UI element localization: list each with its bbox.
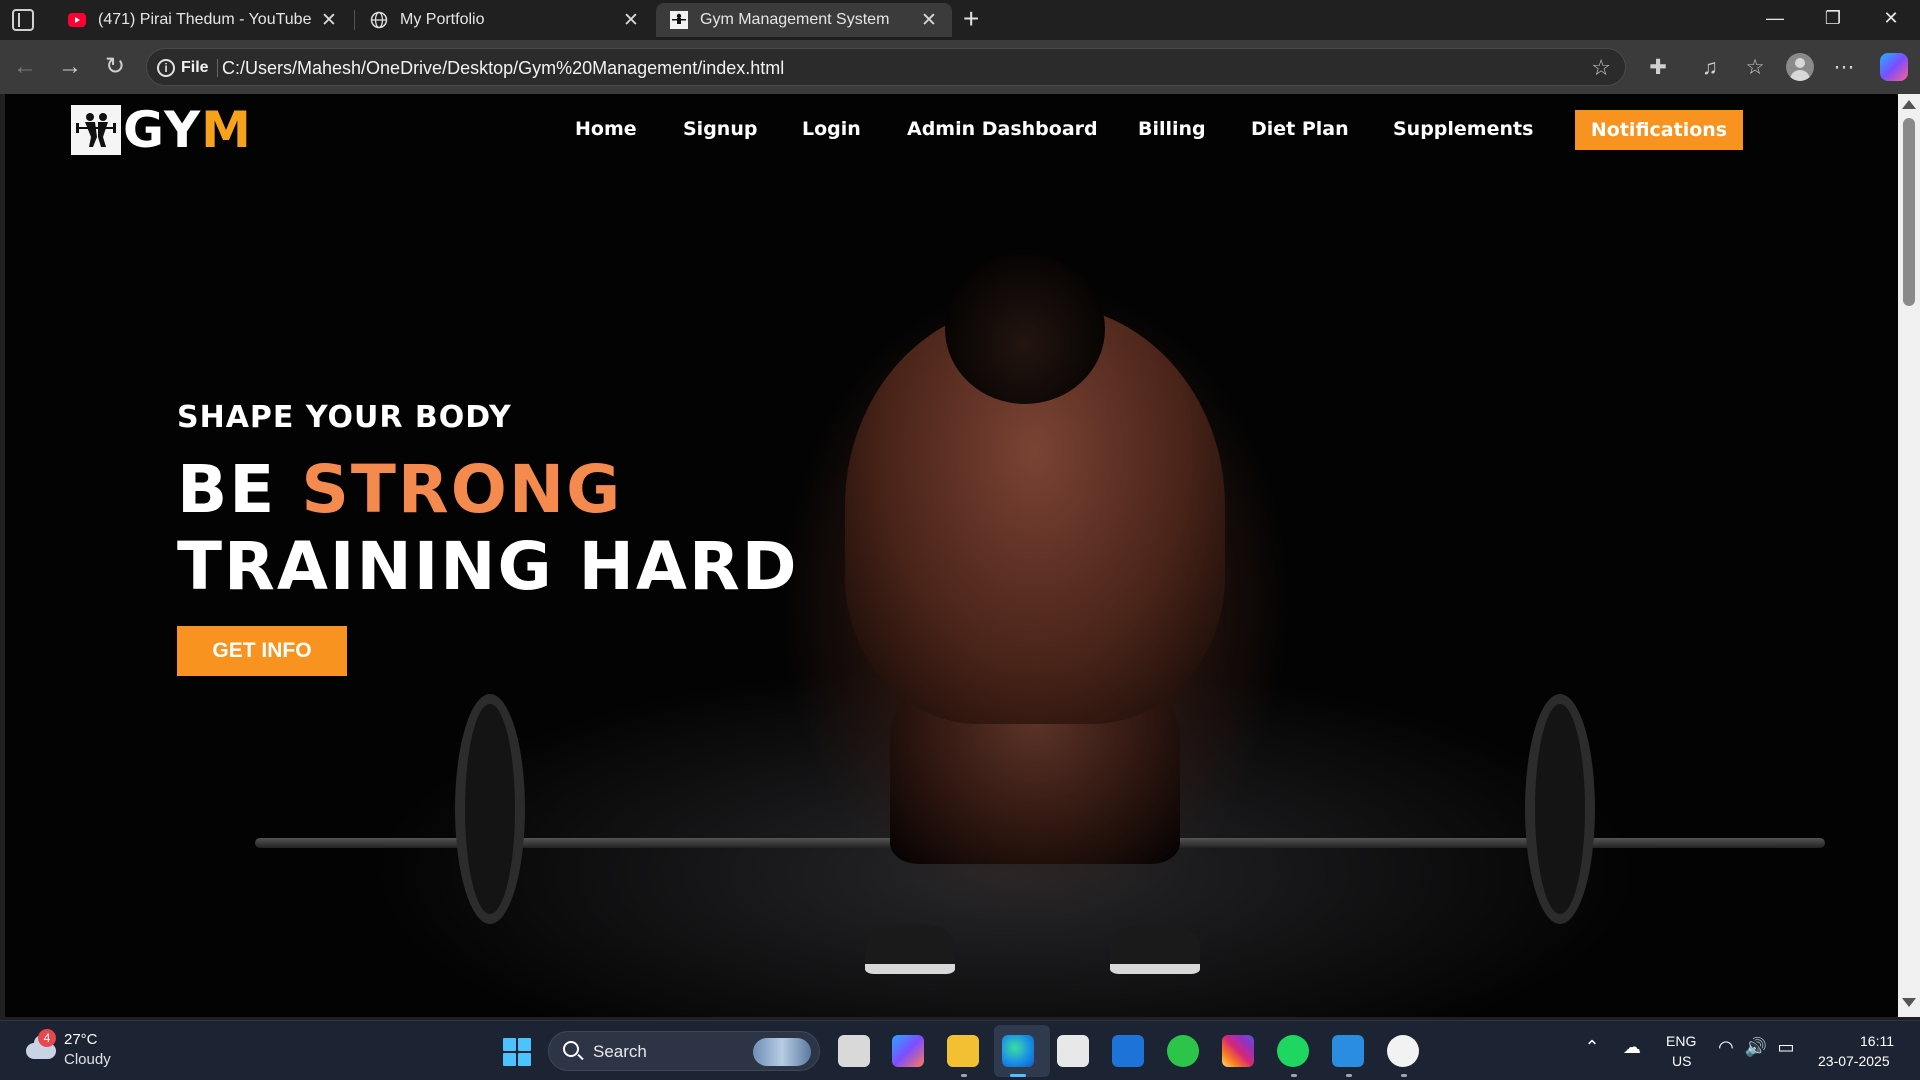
search-label: Search — [593, 1042, 647, 1061]
app-running-indicator — [1346, 1074, 1352, 1077]
app-running-indicator — [1401, 1074, 1407, 1077]
hero-headline-accent: STRONG — [301, 451, 623, 528]
hero-subtitle: SHAPE YOUR BODY — [177, 400, 512, 435]
address-bar[interactable]: i File C:/Users/Mahesh/OneDrive/Desktop/… — [146, 48, 1626, 86]
nav-diet-plan[interactable]: Diet Plan — [1251, 118, 1349, 140]
media-control-icon[interactable]: ♫ — [1696, 54, 1724, 82]
scrollbar-thumb[interactable] — [1903, 118, 1915, 306]
volume-icon[interactable]: 🔊 — [1744, 1037, 1768, 1058]
main-nav: Home Signup Login Admin Dashboard Billin… — [5, 110, 1898, 150]
clock-date[interactable]: 23-07-2025 — [1818, 1053, 1890, 1069]
chatgpt-icon[interactable] — [1387, 1035, 1419, 1067]
vscode-icon[interactable] — [1332, 1035, 1364, 1067]
app-active-indicator — [1010, 1074, 1026, 1077]
tab-gym-management[interactable]: Gym Management System ✕ — [656, 3, 952, 37]
word-icon[interactable] — [1112, 1035, 1144, 1067]
minimize-icon[interactable]: — — [1760, 8, 1790, 29]
close-tab-icon[interactable]: ✕ — [622, 9, 640, 32]
tab-portfolio[interactable]: My Portfolio ✕ — [356, 3, 654, 37]
tab-strip: (471) Pirai Thedum - YouTube ✕ My Portfo… — [0, 0, 1920, 40]
get-info-button[interactable]: GET INFO — [177, 626, 347, 676]
scroll-down-icon[interactable] — [1902, 998, 1916, 1007]
nav-supplements[interactable]: Supplements — [1393, 118, 1533, 140]
nav-admin-dashboard[interactable]: Admin Dashboard — [907, 118, 1098, 140]
nav-signup[interactable]: Signup — [683, 118, 757, 140]
show-hidden-icons-chevron-icon[interactable]: ⌃ — [1580, 1037, 1604, 1058]
language-indicator[interactable]: ENG — [1666, 1033, 1696, 1049]
scheme-label: File — [181, 59, 209, 76]
new-tab-icon[interactable]: + — [963, 4, 979, 34]
tab-title: (471) Pirai Thedum - YouTube — [98, 11, 312, 28]
nav-home[interactable]: Home — [575, 118, 637, 140]
edge-browser-icon[interactable] — [1002, 1035, 1034, 1067]
hero-headline-line2: TRAINING HARD — [177, 528, 799, 605]
restore-icon[interactable]: ❐ — [1818, 8, 1848, 29]
instagram-icon[interactable] — [1222, 1035, 1254, 1067]
profile-avatar[interactable] — [1786, 53, 1814, 81]
weather-temp[interactable]: 27°C — [64, 1031, 98, 1048]
tab-title: My Portfolio — [400, 11, 485, 28]
app-running-indicator — [1291, 1074, 1297, 1077]
copilot-app-icon[interactable] — [892, 1035, 924, 1067]
extensions-icon[interactable]: ✚ — [1644, 54, 1672, 82]
browser-toolbar: ← → ↻ i File C:/Users/Mahesh/OneDrive/De… — [0, 40, 1920, 94]
scroll-up-icon[interactable] — [1902, 100, 1916, 109]
task-view-icon[interactable] — [838, 1035, 870, 1067]
hero-weight-plate — [455, 694, 525, 924]
windows-start-icon[interactable] — [503, 1038, 531, 1066]
close-tab-icon[interactable]: ✕ — [320, 9, 338, 32]
copilot-icon[interactable] — [1880, 53, 1908, 81]
weather-badge: 4 — [38, 1029, 56, 1047]
hero-weight-plate — [1525, 694, 1595, 924]
microsoft-store-icon[interactable] — [1057, 1035, 1089, 1067]
app-running-indicator — [961, 1074, 967, 1077]
notifications-button[interactable]: Notifications — [1575, 110, 1743, 150]
battery-icon[interactable]: ▭ — [1774, 1037, 1798, 1058]
back-icon[interactable]: ← — [10, 52, 40, 82]
taskbar-search[interactable]: Search — [548, 1031, 820, 1071]
forward-icon[interactable]: → — [55, 52, 85, 82]
more-menu-icon[interactable]: ⋯ — [1830, 54, 1858, 82]
page-viewport: GYM Home Signup Login Admin Dashboard Bi… — [5, 94, 1898, 1017]
hero-headline-plain: BE — [177, 451, 302, 528]
vertical-tabs-icon[interactable] — [12, 9, 34, 31]
nav-billing[interactable]: Billing — [1138, 118, 1206, 140]
url-text[interactable]: C:/Users/Mahesh/OneDrive/Desktop/Gym%20M… — [222, 58, 784, 79]
globe-icon — [370, 11, 388, 29]
hero-copy: SHAPE YOUR BODY BE STRONG TRAINING HARD — [177, 400, 799, 607]
search-highlight-icon — [753, 1038, 811, 1066]
region-indicator[interactable]: US — [1672, 1053, 1691, 1069]
spotify-icon[interactable] — [1277, 1035, 1309, 1067]
favorite-star-icon[interactable]: ☆ — [1591, 55, 1611, 81]
hero-athlete — [1110, 924, 1200, 974]
address-divider — [217, 59, 218, 77]
tab-divider — [354, 10, 355, 30]
hero-headline-line1: BE STRONG — [177, 453, 799, 527]
weather-desc[interactable]: Cloudy — [64, 1051, 111, 1068]
nav-login[interactable]: Login — [802, 118, 861, 140]
youtube-icon — [68, 11, 86, 29]
hero-athlete — [865, 924, 955, 974]
clock-time[interactable]: 16:11 — [1860, 1033, 1894, 1049]
close-tab-icon[interactable]: ✕ — [920, 9, 938, 32]
file-explorer-icon[interactable] — [947, 1035, 979, 1067]
wifi-icon[interactable]: ◠ — [1714, 1037, 1738, 1058]
close-window-icon[interactable]: ✕ — [1876, 8, 1906, 29]
site-info-icon[interactable]: i — [157, 59, 175, 77]
hero-athlete — [945, 254, 1105, 404]
favorites-icon[interactable]: ☆ — [1741, 54, 1769, 82]
whatsapp-icon[interactable] — [1167, 1035, 1199, 1067]
tab-youtube[interactable]: (471) Pirai Thedum - YouTube ✕ — [54, 3, 352, 37]
refresh-icon[interactable]: ↻ — [100, 52, 130, 82]
gym-favicon-icon — [670, 11, 688, 29]
onedrive-cloud-icon[interactable]: ☁ — [1620, 1037, 1644, 1058]
tab-title: Gym Management System — [700, 11, 890, 28]
windows-taskbar: 4 27°C Cloudy Search ⌃ ☁ ENG US ◠ 🔊 ▭ 16… — [0, 1020, 1920, 1080]
search-icon — [563, 1041, 579, 1057]
